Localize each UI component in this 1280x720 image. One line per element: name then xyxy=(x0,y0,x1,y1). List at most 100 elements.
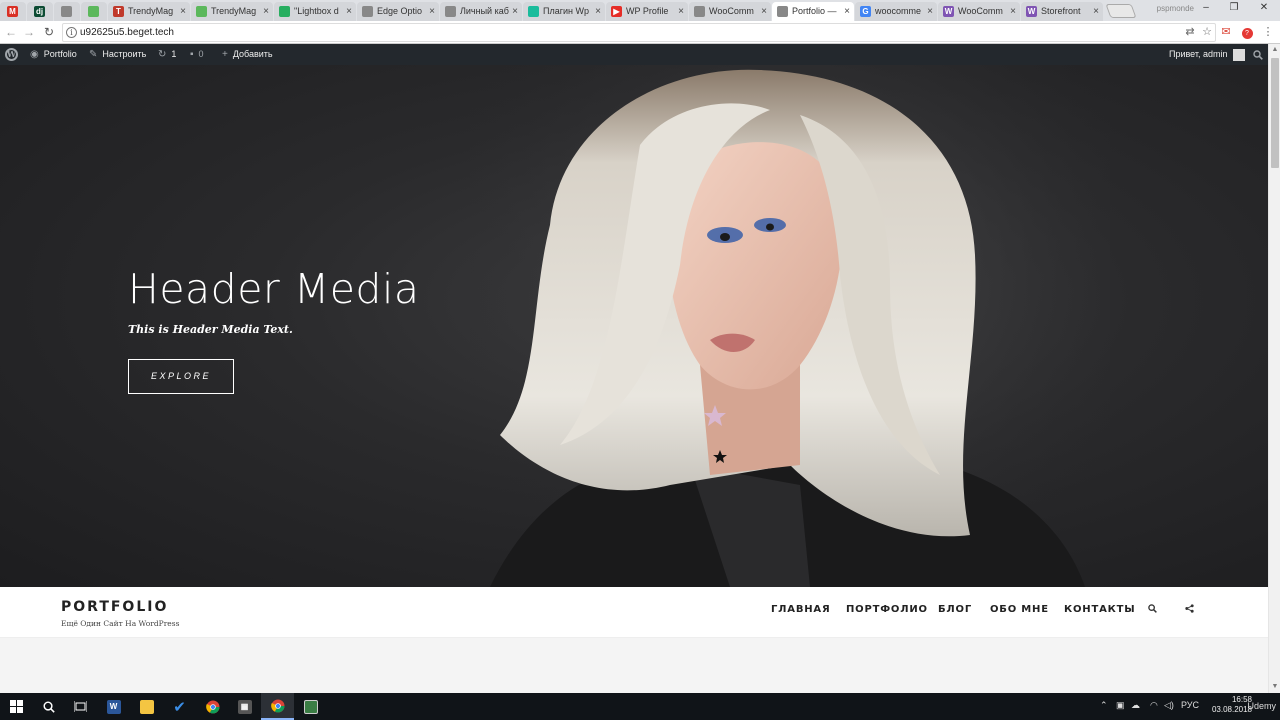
admin-account-link[interactable]: Привет, admin xyxy=(1169,44,1245,65)
admin-greeting: Привет, admin xyxy=(1169,49,1228,59)
menu-item-home[interactable]: ГЛАВНАЯ xyxy=(771,604,830,615)
wifi-icon[interactable]: ◠ xyxy=(1150,700,1158,711)
forward-icon[interactable]: → xyxy=(22,25,36,39)
maximize-icon[interactable]: ❐ xyxy=(1224,2,1244,13)
wp-logo-icon[interactable]: W xyxy=(5,44,18,65)
browser-tab[interactable]: ▶ WP Profile × xyxy=(606,2,688,21)
woo-icon: W xyxy=(1026,6,1037,17)
youtube-icon: ▶ xyxy=(611,6,622,17)
language-indicator[interactable]: РУС xyxy=(1181,700,1199,710)
plus-icon: + xyxy=(222,49,228,60)
admin-add-new-link[interactable]: + Добавить xyxy=(222,44,273,65)
site-title[interactable]: PORTFOLIO xyxy=(61,599,168,615)
close-tab-icon[interactable]: × xyxy=(678,2,684,21)
close-tab-icon[interactable]: × xyxy=(1010,2,1016,21)
tray-chevron-icon[interactable]: ⌃ xyxy=(1100,700,1108,711)
browser-tab[interactable]: "Lightbox d × xyxy=(274,2,356,21)
search-icon[interactable] xyxy=(1146,604,1158,616)
page-icon xyxy=(362,6,373,17)
browser-tab[interactable]: Edge Optio × xyxy=(357,2,439,21)
gmail-extension-icon[interactable]: ✉ xyxy=(1219,25,1233,39)
close-tab-icon[interactable]: × xyxy=(927,2,933,21)
close-tab-icon[interactable]: × xyxy=(595,2,601,21)
back-icon[interactable]: ← xyxy=(4,25,18,39)
close-tab-icon[interactable]: × xyxy=(263,2,269,21)
translate-icon[interactable]: ⇄ xyxy=(1183,25,1197,39)
close-tab-icon[interactable]: × xyxy=(512,2,518,21)
scroll-down-icon[interactable]: ▼ xyxy=(1269,681,1280,693)
onedrive-icon[interactable]: ☁ xyxy=(1131,700,1140,711)
site-description: Ещё Один Сайт На WordPress xyxy=(61,619,180,628)
minimize-icon[interactable]: – xyxy=(1196,2,1216,13)
tray-app-icon[interactable]: ▣ xyxy=(1116,700,1125,711)
url-text[interactable]: u92625u5.beget.tech xyxy=(80,27,174,38)
browser-tab-label: WooComm xyxy=(958,6,1003,16)
bookmark-star-icon[interactable]: ☆ xyxy=(1200,25,1214,39)
close-window-icon[interactable]: ✕ xyxy=(1254,2,1274,13)
browser-tab[interactable]: M xyxy=(0,2,26,21)
browser-tab[interactable]: W Storefront × xyxy=(1021,2,1103,21)
menu-item-contacts[interactable]: КОНТАКТЫ xyxy=(1064,604,1135,615)
browser-tab-active[interactable]: Portfolio — × xyxy=(772,2,854,21)
page-scrollbar[interactable]: ▲ ▼ xyxy=(1268,44,1280,693)
browser-tab-label: woocomme xyxy=(875,6,922,16)
url-omnibox[interactable]: i u92625u5.beget.tech xyxy=(62,23,1216,42)
todo-check-icon[interactable]: ✔ xyxy=(163,693,196,720)
browser-tab[interactable] xyxy=(54,2,80,21)
admin-customize-link[interactable]: ✎ Настроить xyxy=(89,44,146,65)
plugin-icon xyxy=(528,6,539,17)
browser-tab[interactable]: T TrendyMag × xyxy=(108,2,190,21)
reload-icon[interactable]: ↻ xyxy=(42,25,56,39)
word-icon[interactable]: W xyxy=(97,693,130,720)
volume-icon[interactable]: ◁) xyxy=(1164,700,1174,711)
task-view-icon[interactable] xyxy=(64,693,97,720)
browser-tab[interactable]: Gwoocomme × xyxy=(855,2,937,21)
browser-tab[interactable]: TrendyMag × xyxy=(191,2,273,21)
browser-tab-label: TrendyMag xyxy=(128,6,174,16)
browser-tab[interactable]: W WooComm × xyxy=(938,2,1020,21)
taskbar-clock[interactable]: 16:58 03.08.2018 xyxy=(1212,695,1252,715)
updates-icon: ↻ xyxy=(158,49,167,60)
close-tab-icon[interactable]: × xyxy=(429,2,435,21)
browser-tab-label: WP Profile xyxy=(626,6,669,16)
scrollbar-thumb[interactable] xyxy=(1271,58,1279,168)
file-explorer-icon[interactable] xyxy=(130,693,163,720)
explore-button[interactable]: EXPLORE xyxy=(128,359,234,394)
page-icon xyxy=(694,6,705,17)
browser-tab[interactable] xyxy=(81,2,107,21)
browser-tab[interactable]: Плагин Wp × xyxy=(523,2,605,21)
close-tab-icon[interactable]: × xyxy=(844,2,850,21)
admin-updates-link[interactable]: ↻ 1 xyxy=(158,44,176,65)
browser-tab-label: Плагин Wp xyxy=(543,6,590,16)
info-icon[interactable]: i xyxy=(66,27,77,38)
admin-customize-label: Настроить xyxy=(102,49,147,59)
browser-tab[interactable]: WooComm × xyxy=(689,2,771,21)
browser-tab[interactable]: dj xyxy=(27,2,53,21)
page-viewport: W ◉ Portfolio ✎ Настроить ↻ 1 ▪ 0 + Доба… xyxy=(0,44,1268,693)
calculator-icon[interactable]: ▦ xyxy=(228,693,261,720)
menu-item-portfolio[interactable]: ПОРТФОЛИО xyxy=(846,604,928,615)
menu-item-about[interactable]: ОБО МНЕ xyxy=(990,604,1049,615)
chrome-active-icon[interactable] xyxy=(261,693,294,720)
extension-icon[interactable]: ? xyxy=(1240,25,1254,39)
browser-menu-icon[interactable]: ⋮ xyxy=(1261,25,1275,39)
close-tab-icon[interactable]: × xyxy=(761,2,767,21)
woo-icon: W xyxy=(943,6,954,17)
admin-comments-link[interactable]: ▪ 0 xyxy=(190,44,204,65)
close-tab-icon[interactable]: × xyxy=(346,2,352,21)
taskbar-search-icon[interactable] xyxy=(32,693,65,720)
chrome-icon[interactable] xyxy=(196,693,229,720)
screen-recorder-icon[interactable] xyxy=(294,693,327,720)
close-tab-icon[interactable]: × xyxy=(180,2,186,21)
browser-tab[interactable]: Личный каб × xyxy=(440,2,522,21)
close-tab-icon[interactable]: × xyxy=(1093,2,1099,21)
admin-site-link[interactable]: ◉ Portfolio xyxy=(30,44,77,65)
menu-item-blog[interactable]: БЛОГ xyxy=(938,604,972,615)
admin-search-icon[interactable] xyxy=(1253,44,1263,65)
hero-photo xyxy=(470,65,1110,587)
new-tab-button[interactable] xyxy=(1105,4,1137,18)
page-icon xyxy=(61,6,72,17)
scroll-up-icon[interactable]: ▲ xyxy=(1269,44,1280,56)
share-icon[interactable] xyxy=(1183,604,1195,616)
windows-start-icon[interactable] xyxy=(0,693,33,720)
